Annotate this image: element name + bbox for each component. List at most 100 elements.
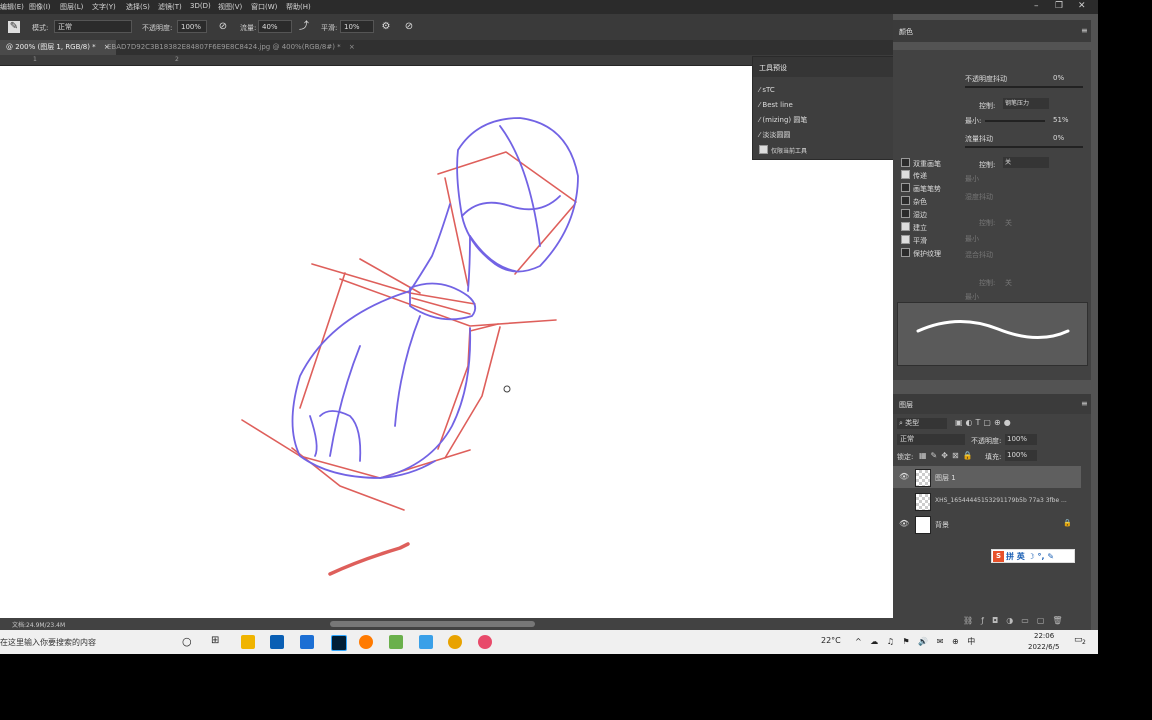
panel-menu-icon[interactable]: ≡: [1081, 26, 1088, 35]
menu-edit[interactable]: 编辑(E): [0, 2, 24, 12]
restore-icon[interactable]: ❐: [1055, 1, 1063, 11]
pressure-size-icon[interactable]: ⊘: [403, 21, 415, 33]
mode-select[interactable]: 正常: [54, 20, 132, 33]
browser-icon[interactable]: [359, 635, 373, 649]
min4-label: 最小: [965, 293, 979, 301]
right-panels: 颜色 ≡ 不透明度抖动 0% 控制: 钢笔压力 最小: 51% 流量抖动 0% …: [893, 14, 1098, 630]
layer-filter-select[interactable]: ⌕ 类型: [897, 418, 947, 429]
gear-icon[interactable]: ⚙: [380, 21, 392, 33]
blend-mode-select[interactable]: 正常: [897, 434, 965, 445]
menu-help[interactable]: 帮助(H): [286, 2, 311, 12]
clock-date[interactable]: 2022/6/5: [1028, 643, 1059, 651]
horizontal-scrollbar[interactable]: [330, 621, 535, 627]
ime-toolbar[interactable]: S 拼 英 ☽ °, ✎: [991, 549, 1075, 563]
flow-jitter-slider[interactable]: [965, 146, 1083, 148]
option-protect-texture[interactable]: 保护纹理: [901, 248, 941, 259]
option-build-up[interactable]: 建立: [901, 222, 927, 233]
layer-name[interactable]: XHS_16544445153291179b5b 77a3 3fbe ...: [935, 497, 1067, 504]
smooth-field[interactable]: 10%: [340, 20, 374, 33]
opacity-label: 不透明度:: [142, 24, 173, 32]
menu-view[interactable]: 视图(V): [218, 2, 242, 12]
app-icon[interactable]: [478, 635, 492, 649]
preset-item[interactable]: ⁄ 淡淡圆圆: [759, 130, 790, 140]
opacity-jitter-slider[interactable]: [965, 86, 1083, 88]
filter-icons[interactable]: ▣◐T▢⊕●: [955, 418, 1014, 427]
pressure-opacity-icon[interactable]: ⊘: [217, 21, 229, 33]
app-icon[interactable]: [300, 635, 314, 649]
option-noise[interactable]: 杂色: [901, 196, 927, 207]
weather-text[interactable]: 22°C: [821, 636, 841, 645]
layers-panel: 图层 ≡ ⌕ 类型 ▣◐T▢⊕● 正常 不透明度: 100% 锁定: ▦✎✥⊠🔒…: [893, 394, 1091, 630]
layer-row-image[interactable]: XHS_16544445153291179b5b 77a3 3fbe ...: [893, 490, 1081, 512]
lock-icon: 🔒: [1063, 519, 1072, 527]
option-transfer[interactable]: 传递: [901, 170, 927, 181]
menu-3d[interactable]: 3D(D): [190, 2, 211, 10]
control2-label: 控制:: [979, 161, 996, 169]
layer-name[interactable]: 背景: [935, 520, 949, 530]
layer-fill-field[interactable]: 100%: [1005, 450, 1037, 461]
layer-action-icons[interactable]: ⛓ƒ◘◑▭▢🗑: [963, 616, 1071, 625]
clock-time[interactable]: 22:06: [1034, 632, 1054, 640]
wet-jitter-label: 湿度抖动: [965, 193, 993, 201]
menu-select[interactable]: 选择(S): [126, 2, 150, 12]
menu-type[interactable]: 文字(Y): [92, 2, 116, 12]
cortana-icon[interactable]: ○: [182, 635, 192, 648]
tray-icons[interactable]: ^ ☁ ♫ ⚑ 🔊 ✉ ⊕ 中: [855, 636, 978, 647]
layer-thumbnail: [915, 493, 931, 511]
min-value: 51%: [1053, 116, 1069, 124]
menu-bar: 编辑(E) 图像(I) 图层(L) 文字(Y) 选择(S) 滤镜(T) 3D(D…: [0, 0, 1098, 14]
layer-row-layer1[interactable]: 👁 图层 1: [893, 466, 1081, 488]
eye-icon[interactable]: 👁: [899, 519, 909, 528]
lock-label: 锁定:: [897, 453, 914, 461]
layer-name[interactable]: 图层 1: [935, 473, 956, 483]
option-smoothing[interactable]: 平滑: [901, 235, 927, 246]
store-icon[interactable]: [270, 635, 284, 649]
layer-row-background[interactable]: 👁 背景 🔒: [893, 513, 1081, 535]
eye-icon[interactable]: 👁: [899, 472, 909, 481]
file-explorer-icon[interactable]: [241, 635, 255, 649]
control-select[interactable]: 钢笔压力: [1003, 98, 1049, 109]
layers-panel-tab[interactable]: 图层: [899, 400, 913, 410]
option-wet-edges[interactable]: 湿边: [901, 209, 927, 220]
min-label: 最小:: [965, 117, 982, 125]
color-panel-tab[interactable]: 颜色: [899, 27, 913, 37]
panel-menu-icon[interactable]: ≡: [1081, 399, 1088, 408]
app-icon[interactable]: [419, 635, 433, 649]
min3-label: 最小: [965, 235, 979, 243]
lock-icons[interactable]: ▦✎✥⊠🔒: [919, 451, 977, 460]
preset-item[interactable]: ⁄ sTC: [759, 86, 775, 94]
menu-layer[interactable]: 图层(L): [60, 2, 83, 12]
brush-icon: ⁄: [759, 86, 761, 94]
preset-item[interactable]: ⁄ Best line: [759, 101, 793, 109]
min2-label: 最小: [965, 175, 979, 183]
minimize-icon[interactable]: –: [1034, 1, 1039, 11]
opacity-field[interactable]: 100%: [177, 20, 207, 33]
option-dual-brush[interactable]: 双重画笔: [901, 158, 941, 169]
menu-image[interactable]: 图像(I): [29, 2, 51, 12]
control2-select[interactable]: 关: [1003, 157, 1049, 168]
task-view-icon[interactable]: ⊞: [211, 635, 219, 646]
ruler-mark: 2: [175, 56, 179, 63]
brush-settings-panel: 不透明度抖动 0% 控制: 钢笔压力 最小: 51% 流量抖动 0% 控制: 关…: [893, 50, 1091, 380]
airbrush-icon[interactable]: ⤴: [298, 21, 310, 33]
brush-tool-icon[interactable]: ✎: [8, 21, 20, 33]
flow-field[interactable]: 40%: [258, 20, 292, 33]
current-tool-only-checkbox[interactable]: 仅限当前工具: [759, 145, 807, 155]
tab-document-2[interactable]: EBAD7D92C3B18382E84807F6E9E8C8424.jpg @ …: [101, 40, 361, 55]
menu-filter[interactable]: 滤镜(T): [158, 2, 182, 12]
flow-label: 流量:: [240, 24, 257, 32]
option-brush-pose[interactable]: 画笔笔势: [901, 183, 941, 194]
tab-document-1[interactable]: @ 200% (图层 1, RGB/8) * ×: [0, 40, 116, 55]
tab-close-icon[interactable]: ×: [349, 43, 355, 51]
app-icon[interactable]: [448, 635, 462, 649]
layer-opacity-field[interactable]: 100%: [1005, 434, 1037, 445]
preset-item[interactable]: ⁄ (mizing) 圆笔: [759, 115, 807, 125]
photoshop-icon[interactable]: [331, 635, 347, 651]
app-icon[interactable]: [389, 635, 403, 649]
close-icon[interactable]: ✕: [1078, 1, 1086, 11]
min-slider[interactable]: [985, 120, 1045, 122]
taskbar-search[interactable]: 在这里输入你要搜索的内容: [0, 637, 96, 648]
photoshop-window: 编辑(E) 图像(I) 图层(L) 文字(Y) 选择(S) 滤镜(T) 3D(D…: [0, 0, 1098, 654]
document-info: 文档:24.9M/23.4M: [12, 622, 66, 629]
menu-window[interactable]: 窗口(W): [251, 2, 277, 12]
